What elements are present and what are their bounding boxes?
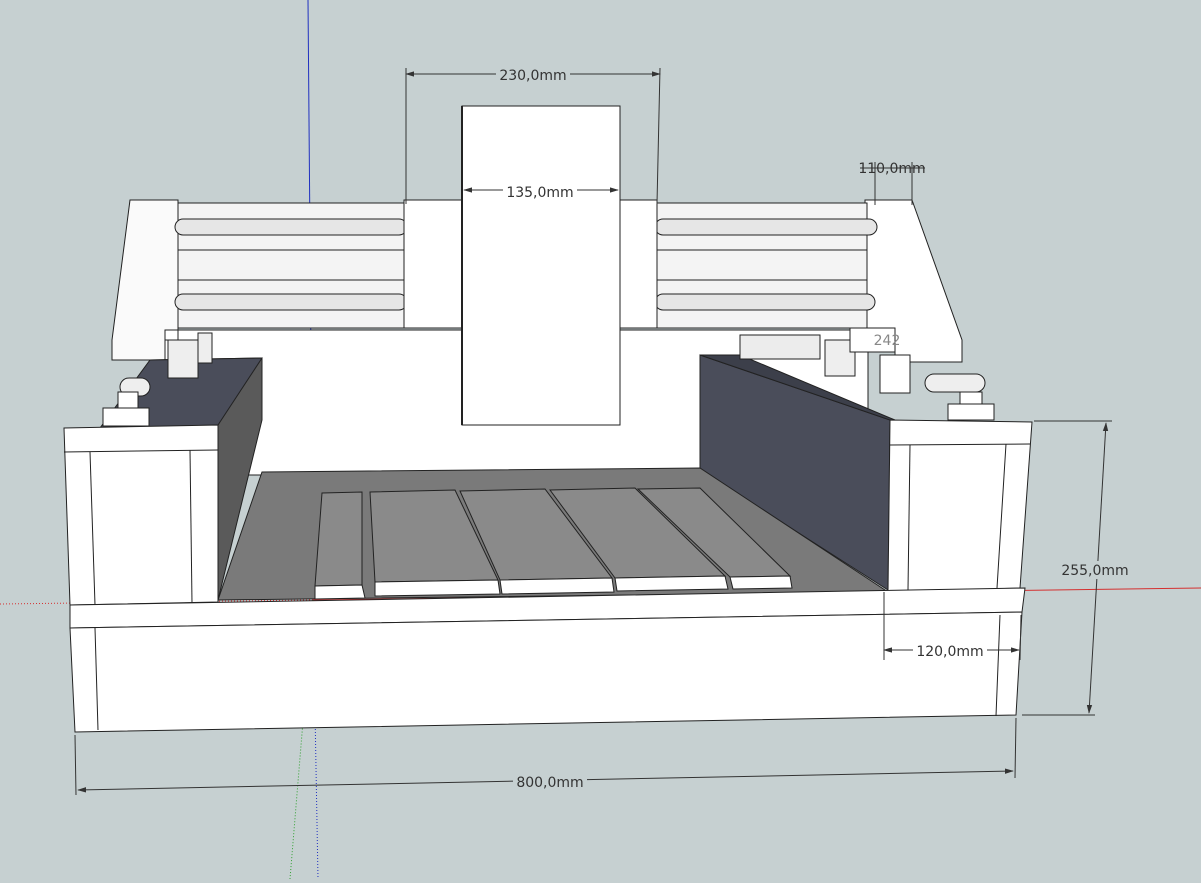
rod-top-right	[654, 218, 878, 236]
slat-1	[314, 491, 363, 587]
dim-label-side-depth: 120,0mm	[916, 644, 983, 660]
dim-label-gantry-width: 230,0mm	[499, 68, 566, 84]
carriage-right	[616, 199, 658, 329]
rod-bottom-left	[174, 293, 408, 311]
cnc-model-drawing: 230,0mm 135,0mm 110,0mm 242 255,0mm 120,…	[0, 0, 1201, 880]
dim-label-rail-offset: 110,0mm	[858, 161, 925, 177]
dim-label-partial: 242	[874, 333, 901, 349]
carriage-left	[403, 199, 463, 329]
base-front	[69, 611, 1023, 733]
rod-top-left	[174, 218, 408, 236]
rail-post-right	[924, 373, 986, 393]
dim-label-side-height: 255,0mm	[1061, 563, 1128, 579]
cad-viewport[interactable]: 230,0mm 135,0mm 110,0mm 242 255,0mm 120,…	[0, 0, 1201, 880]
rod-bottom-right	[654, 293, 876, 311]
spindle-plate	[461, 105, 621, 426]
dim-label-spindle-width: 135,0mm	[506, 185, 573, 201]
dim-label-base-length: 800,0mm	[516, 775, 583, 791]
